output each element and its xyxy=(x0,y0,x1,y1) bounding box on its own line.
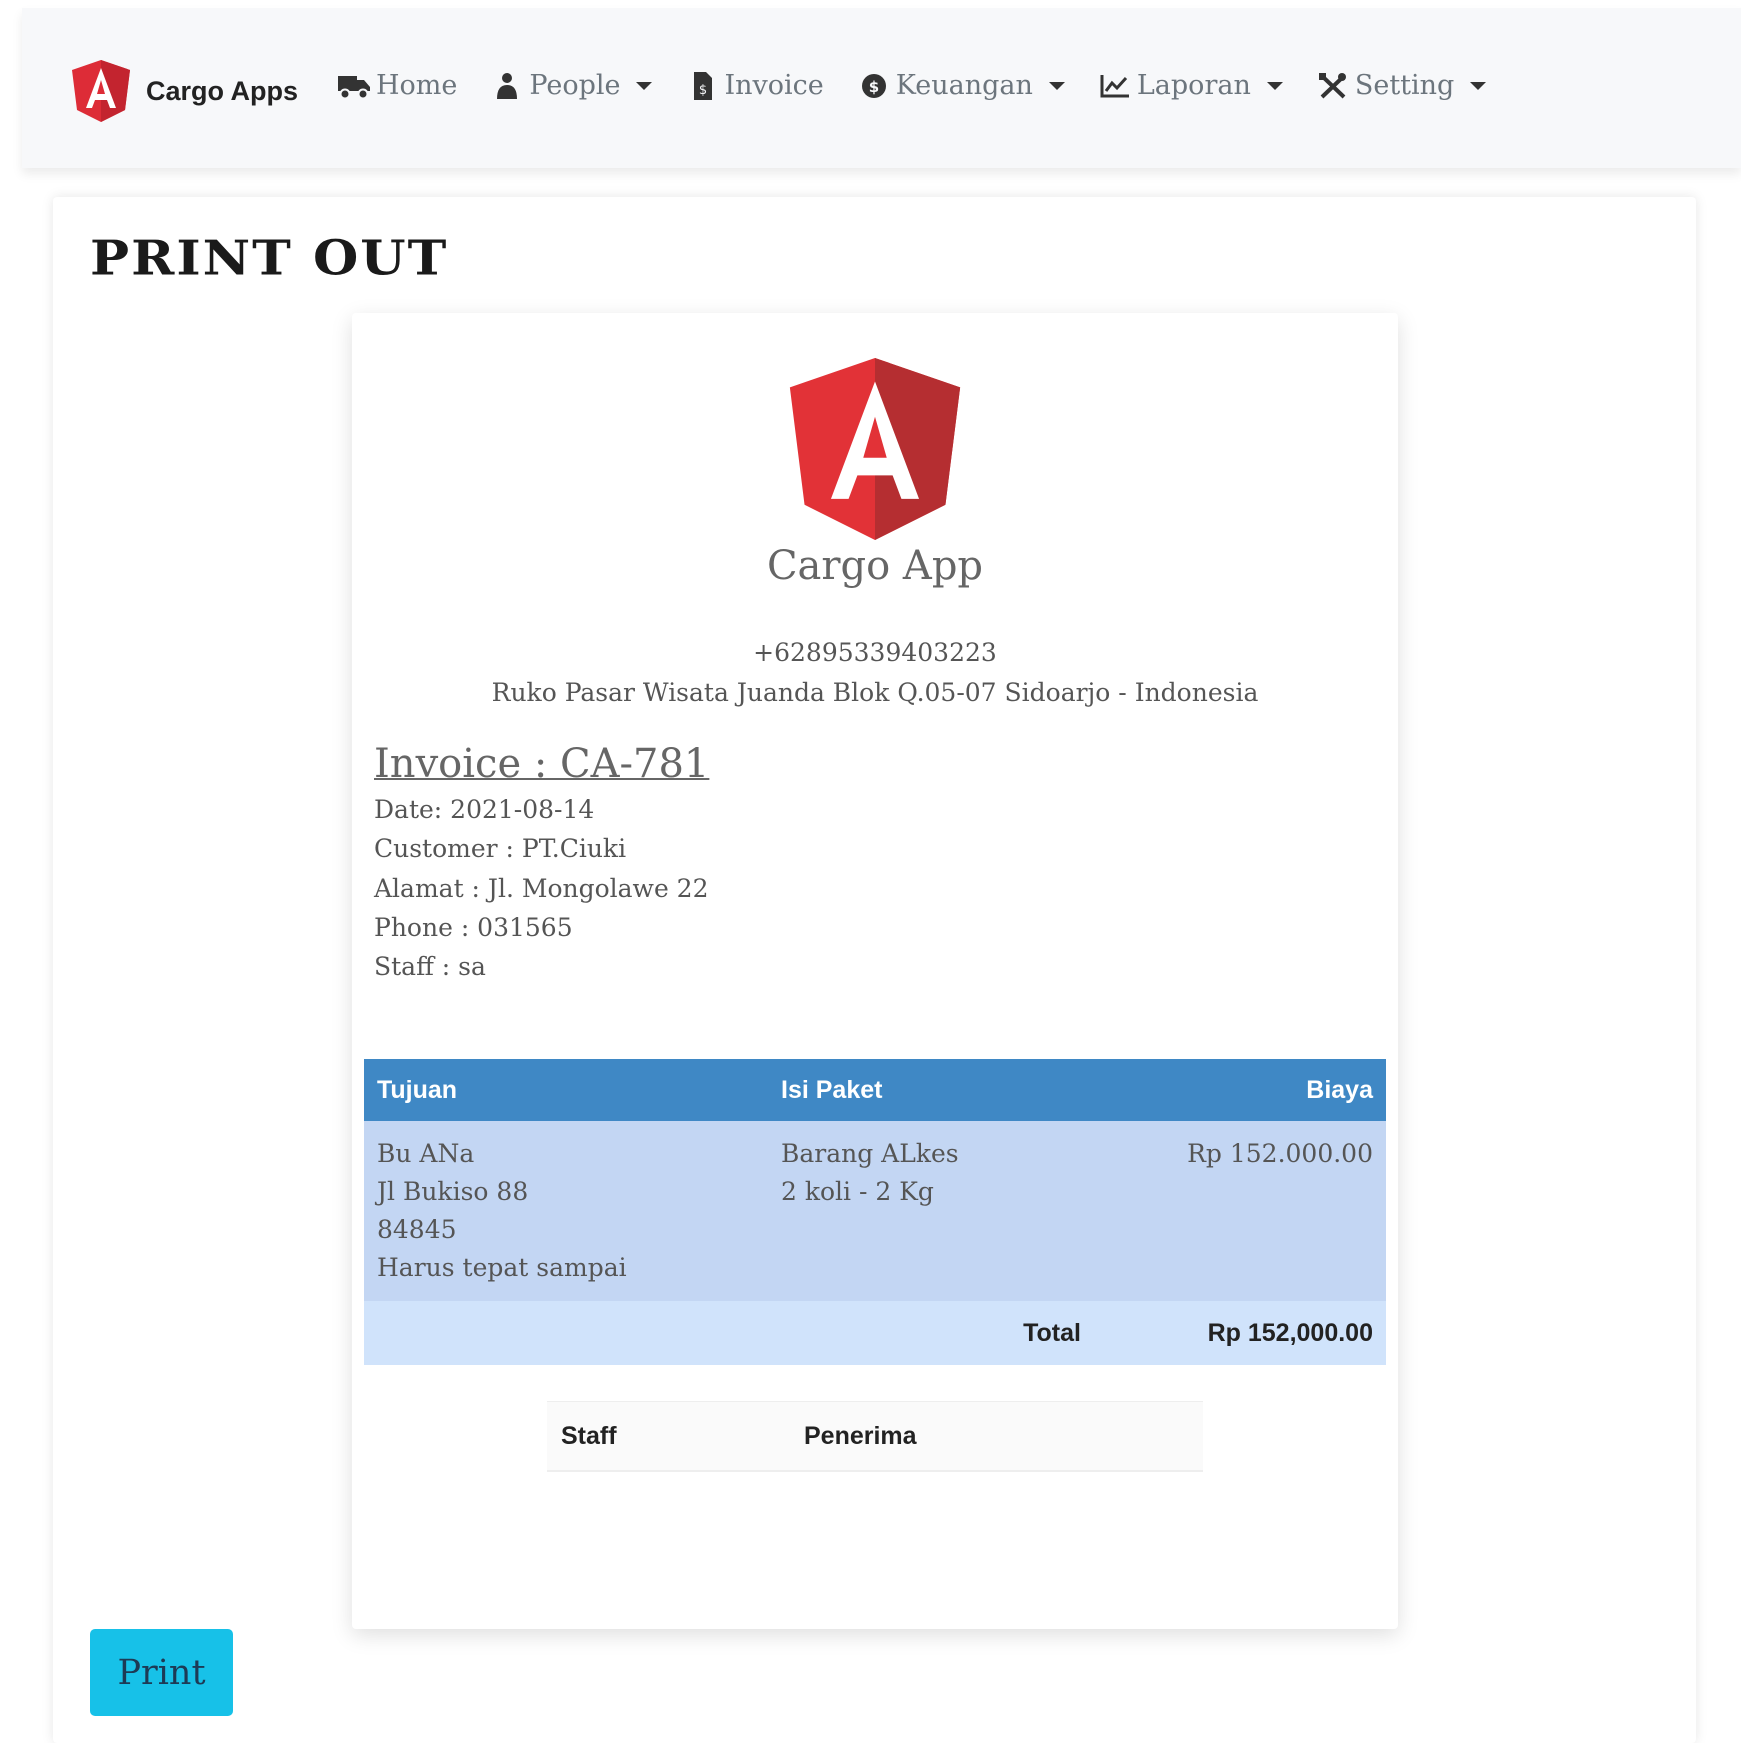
tujuan-line: Bu ANa xyxy=(377,1139,475,1168)
nav-item-home[interactable]: Home xyxy=(338,70,457,101)
nav-item-people[interactable]: People xyxy=(491,70,653,101)
money-icon: $ xyxy=(861,73,886,98)
navbar: Cargo Apps Home People $ Invoice $ Keuan… xyxy=(22,8,1741,168)
header-tujuan: Tujuan xyxy=(364,1059,768,1121)
invoice-staff: Staff : sa xyxy=(374,952,486,981)
table-row: Bu ANa Jl Bukiso 88 84845 Harus tepat sa… xyxy=(364,1121,1386,1301)
cell-isi-paket: Barang ALkes 2 koli - 2 Kg xyxy=(768,1121,1094,1301)
nav-label-people: People xyxy=(529,70,621,101)
nav-label-invoice: Invoice xyxy=(724,70,824,101)
svg-text:$: $ xyxy=(699,83,707,98)
header-biaya: Biaya xyxy=(1094,1059,1386,1121)
print-button[interactable]: Print xyxy=(90,1629,233,1716)
nav-item-keuangan[interactable]: $ Keuangan xyxy=(858,70,1065,101)
tujuan-line: Harus tepat sampai xyxy=(377,1253,627,1282)
chevron-down-icon xyxy=(1266,81,1283,90)
nav-item-invoice[interactable]: $ Invoice xyxy=(686,70,824,101)
tujuan-line: 84845 xyxy=(377,1215,457,1244)
signature-table: Staff Penerima xyxy=(547,1401,1203,1472)
chevron-down-icon xyxy=(1048,81,1065,90)
invoice-phone: Phone : 031565 xyxy=(374,913,573,942)
nav-item-setting[interactable]: Setting xyxy=(1317,70,1487,101)
nav-label-laporan: Laporan xyxy=(1136,70,1251,101)
brand-name: Cargo Apps xyxy=(146,75,299,106)
table-total-row: Total Rp 152,000.00 xyxy=(364,1301,1386,1365)
total-value: Rp 152,000.00 xyxy=(1094,1301,1386,1365)
truck-icon xyxy=(338,75,370,99)
header-isi-paket: Isi Paket xyxy=(768,1059,1094,1121)
table-header-row: Tujuan Isi Paket Biaya xyxy=(364,1059,1386,1121)
invoice-number: Invoice : CA-781 xyxy=(374,741,710,787)
tujuan-line: Jl Bukiso 88 xyxy=(377,1177,529,1206)
total-empty-cell xyxy=(364,1301,768,1365)
chevron-down-icon xyxy=(636,81,653,90)
company-address: Ruko Pasar Wisata Juanda Blok Q.05-07 Si… xyxy=(491,678,1259,707)
nav-label-keuangan: Keuangan xyxy=(895,70,1033,101)
invoice-customer: Customer : PT.Ciuki xyxy=(374,834,627,863)
cell-tujuan: Bu ANa Jl Bukiso 88 84845 Harus tepat sa… xyxy=(364,1121,768,1301)
total-label: Total xyxy=(768,1301,1094,1365)
nav-label-setting: Setting xyxy=(1354,70,1455,101)
angular-logo-icon xyxy=(72,60,130,122)
signature-staff: Staff xyxy=(547,1401,790,1472)
isi-paket-line: Barang ALkes xyxy=(781,1139,959,1168)
invoice-items-table: Tujuan Isi Paket Biaya Bu ANa Jl Bukiso … xyxy=(364,1059,1386,1365)
chart-line-icon xyxy=(1100,74,1129,97)
angular-logo-icon xyxy=(789,358,961,540)
file-invoice-icon: $ xyxy=(694,71,713,100)
invoice-alamat: Alamat : Jl. Mongolawe 22 xyxy=(374,874,709,903)
signature-penerima: Penerima xyxy=(790,1401,1203,1472)
isi-paket-line: 2 koli - 2 Kg xyxy=(781,1177,934,1206)
tools-icon xyxy=(1318,72,1346,98)
nav-item-laporan[interactable]: Laporan xyxy=(1099,70,1283,101)
user-icon xyxy=(497,72,518,99)
nav-label-home: Home xyxy=(376,70,458,101)
brand[interactable]: Cargo Apps xyxy=(72,60,298,122)
signature-header-row: Staff Penerima xyxy=(547,1401,1203,1472)
company-name: Cargo App xyxy=(766,543,984,589)
company-phone: +62895339403223 xyxy=(753,638,997,667)
chevron-down-icon xyxy=(1470,81,1487,90)
nav-menu: Home People $ Invoice $ Keuangan Laporan… xyxy=(338,70,1487,101)
invoice-paper: Cargo App +62895339403223 Ruko Pasar Wis… xyxy=(352,313,1398,1629)
invoice-date: Date: 2021-08-14 xyxy=(374,795,595,824)
svg-text:$: $ xyxy=(869,78,879,96)
cell-biaya: Rp 152.000.00 xyxy=(1094,1121,1386,1301)
page-title: PRINT OUT xyxy=(90,230,449,287)
